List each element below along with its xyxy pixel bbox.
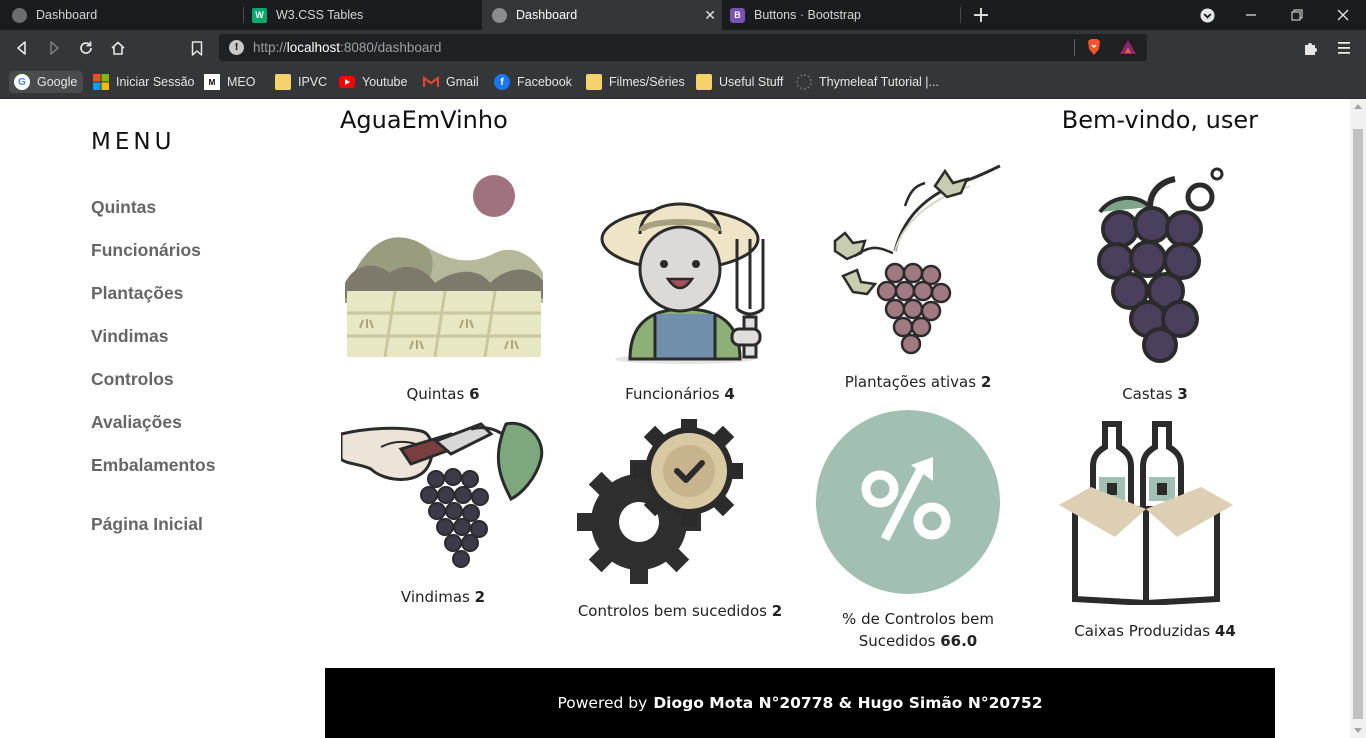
footer: Powered by Diogo Mota N°20778 & Hugo Sim… (325, 668, 1275, 738)
stat-castas: Castas 3 (1122, 385, 1188, 403)
scroll-down-icon[interactable] (1354, 728, 1362, 733)
facebook-icon: f (494, 74, 510, 90)
bookmark-button[interactable] (185, 36, 209, 60)
menu-item-pagina-inicial[interactable]: Página Inicial (91, 514, 203, 535)
folder-icon (696, 74, 712, 90)
forward-button[interactable] (42, 36, 66, 60)
new-tab-button[interactable]: + (958, 0, 1004, 30)
grape-bunch-icon[interactable] (1090, 167, 1225, 363)
wine-box-icon[interactable] (1057, 419, 1235, 605)
menu-item-funcionarios[interactable]: Funcionários (91, 240, 201, 261)
tab-dashboard-active[interactable]: Dashboard ✕ (482, 0, 722, 30)
back-icon (17, 41, 26, 55)
brave-shields-icon[interactable] (1086, 38, 1102, 56)
tab-search-button[interactable] (1184, 0, 1230, 30)
bookmark-useful-stuff[interactable]: Useful Stuff (696, 71, 783, 93)
tab-w3css[interactable]: W W3.CSS Tables (244, 0, 482, 30)
meo-icon: M (204, 74, 220, 90)
bookmark-filmes-series[interactable]: Filmes/Séries (586, 71, 685, 93)
youtube-icon (339, 74, 355, 90)
gmail-icon (423, 74, 439, 90)
grape-vine-icon[interactable] (815, 161, 1002, 357)
tab-title: Buttons · Bootstrap (754, 8, 862, 22)
percent-icon[interactable] (815, 409, 1001, 595)
folder-icon (586, 74, 602, 90)
stat-controlos-bem-sucedidos: Controlos bem sucedidos 2 (577, 602, 783, 620)
gears-check-icon[interactable] (577, 419, 743, 585)
menu-item-embalamentos[interactable]: Embalamentos (91, 455, 215, 476)
google-icon: G (14, 74, 30, 90)
restore-icon (1291, 9, 1303, 21)
page-scrollbar[interactable] (1350, 99, 1366, 738)
back-button[interactable] (10, 36, 34, 60)
reload-icon (80, 41, 92, 54)
footer-prefix: Powered by (557, 694, 648, 712)
menu-item-vindimas[interactable]: Vindimas (91, 326, 169, 347)
bookmark-iniciar-sessao[interactable]: Iniciar Sessão (93, 71, 195, 93)
bookmark-youtube[interactable]: Youtube (339, 71, 407, 93)
bootstrap-icon: B (730, 7, 745, 23)
menu-button[interactable] (1332, 36, 1356, 60)
scrollbar-thumb[interactable] (1353, 129, 1363, 719)
menu-item-quintas[interactable]: Quintas (91, 197, 156, 218)
hamburger-menu-icon (1338, 42, 1350, 54)
bookmark-google[interactable]: G Google (9, 71, 84, 93)
bookmark-gmail[interactable]: Gmail (423, 71, 479, 93)
folder-icon (275, 74, 291, 90)
stat-caixas-produzidas: Caixas Produzidas 44 (1074, 622, 1236, 640)
stat-plantacoes-ativas: Plantações ativas 2 (844, 373, 992, 391)
harvest-shears-icon[interactable] (341, 419, 547, 574)
info-icon[interactable]: ! (229, 40, 244, 55)
stat-funcionarios: Funcionários 4 (625, 385, 735, 403)
tab-dashboard-1[interactable]: Dashboard (0, 0, 243, 30)
close-icon[interactable]: ✕ (704, 7, 716, 24)
bookmark-facebook[interactable]: f Facebook (494, 71, 572, 93)
tab-bootstrap[interactable]: B Buttons · Bootstrap (722, 0, 960, 30)
home-icon (111, 41, 125, 55)
bookmark-thymeleaf[interactable]: Thymeleaf Tutorial |... (796, 71, 939, 93)
globe-icon (12, 7, 27, 23)
browser-toolbar: ! http://localhost:8080/dashboard (0, 30, 1366, 65)
stat-percent-controlos: % de Controlos bem Sucedidos 66.0 (842, 610, 994, 650)
close-icon (1337, 9, 1349, 21)
reload-button[interactable] (74, 36, 98, 60)
forward-icon (50, 41, 59, 55)
menu-item-avaliacoes[interactable]: Avaliações (91, 412, 182, 433)
bookmarks-bar: G Google Iniciar Sessão M MEO IPVC Youtu… (0, 65, 1366, 99)
close-window-button[interactable] (1320, 0, 1366, 30)
stat-quintas: Quintas 6 (406, 385, 480, 403)
microsoft-icon (93, 74, 109, 90)
menu-item-plantacoes[interactable]: Plantações (91, 283, 183, 304)
welcome-message: Bem-vindo, user (1061, 106, 1258, 134)
tab-title: Dashboard (36, 8, 98, 22)
extensions-button[interactable] (1299, 36, 1323, 60)
tab-strip: Dashboard W W3.CSS Tables Dashboard ✕ B … (0, 0, 1366, 30)
menu-item-controlos[interactable]: Controlos (91, 369, 174, 390)
farmer-icon[interactable] (600, 179, 775, 364)
thymeleaf-icon (796, 74, 812, 90)
restore-button[interactable] (1274, 0, 1320, 30)
chevron-down-icon (1199, 7, 1215, 23)
page-content: MENU Quintas Funcionários Plantações Vin… (0, 99, 1366, 738)
brave-rewards-icon[interactable] (1119, 39, 1137, 55)
menu-title: MENU (91, 129, 176, 155)
minimize-icon (1246, 14, 1256, 16)
w3schools-icon: W (252, 7, 267, 23)
home-button[interactable] (106, 36, 130, 60)
minimize-button[interactable] (1228, 0, 1274, 30)
bookmark-ipvc[interactable]: IPVC (275, 71, 327, 93)
footer-authors: Diogo Mota N°20778 & Hugo Simão N°20752 (653, 694, 1043, 712)
url-text: http://localhost:8080/dashboard (253, 40, 442, 55)
vineyard-landscape-icon[interactable] (345, 173, 543, 359)
brand-title: AguaEmVinho (340, 106, 508, 134)
tab-title: W3.CSS Tables (276, 8, 364, 22)
scroll-up-icon[interactable] (1354, 104, 1362, 109)
globe-icon (492, 7, 507, 23)
puzzle-icon (1305, 43, 1317, 55)
tab-title: Dashboard (516, 8, 578, 22)
address-bar[interactable]: ! http://localhost:8080/dashboard (219, 34, 1147, 61)
stat-vindimas: Vindimas 2 (400, 588, 486, 606)
bookmark-icon (191, 40, 203, 56)
bookmark-meo[interactable]: M MEO (204, 71, 255, 93)
